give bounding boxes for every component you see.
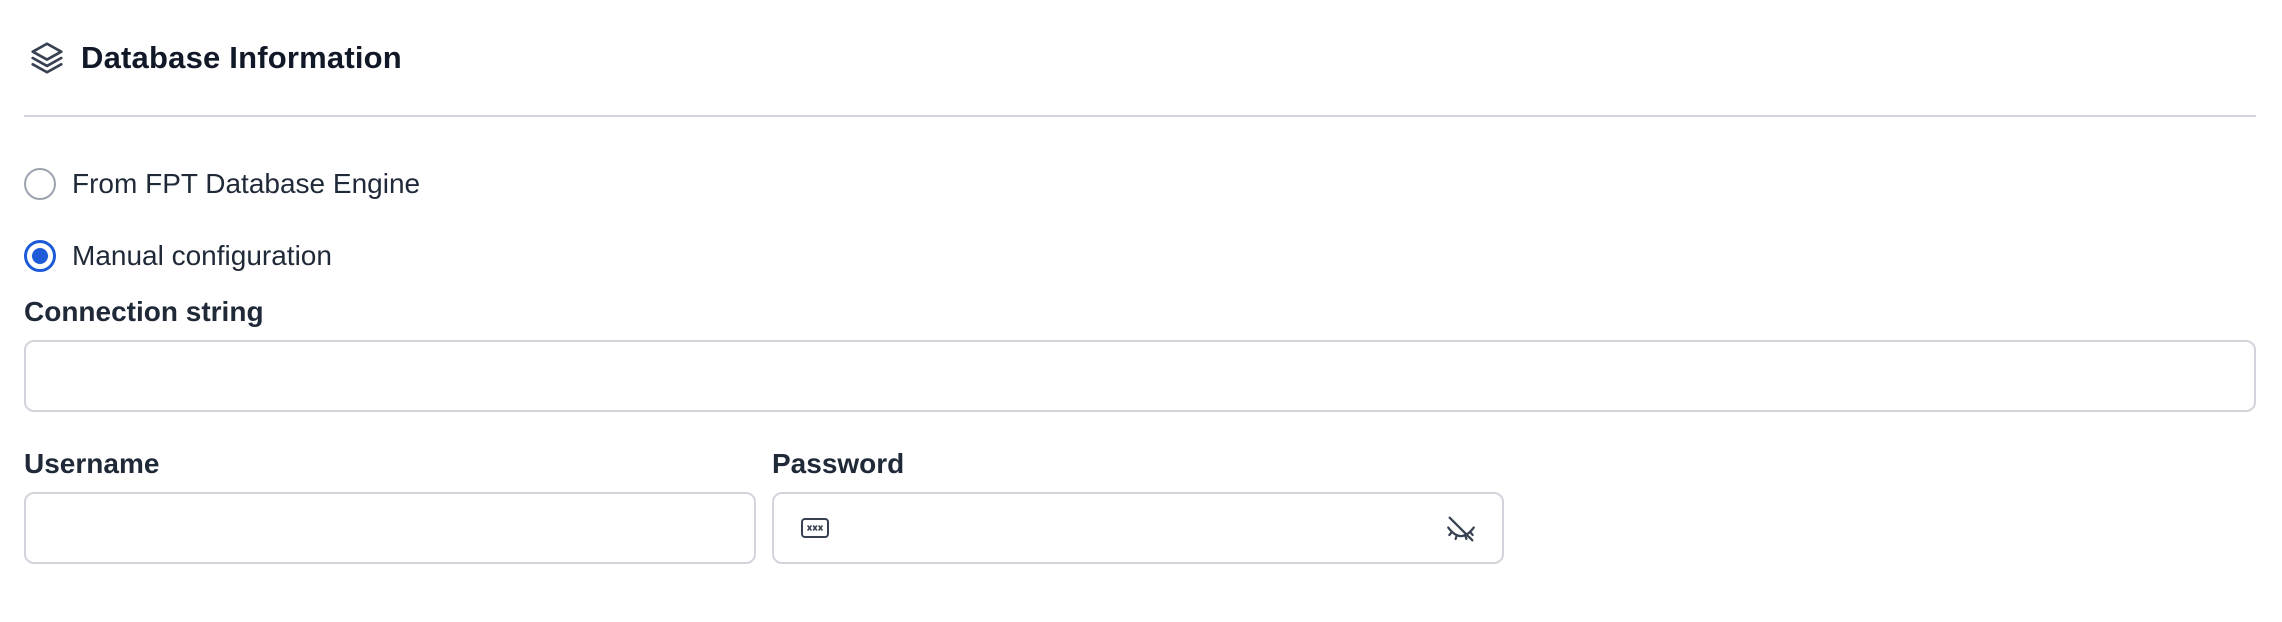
section-header: Database Information (24, 0, 2256, 117)
password-label: Password (772, 448, 905, 479)
section-title: Database Information (81, 39, 402, 75)
radio-dot (32, 248, 48, 264)
radio-label: Manual configuration (72, 240, 332, 271)
radio-button-unchecked[interactable] (24, 168, 56, 200)
radio-option-fpt-database-engine[interactable]: From FPT Database Engine (24, 168, 420, 200)
password-input[interactable] (772, 492, 1504, 564)
database-information-section: Database Information From FPT Database E… (24, 0, 2256, 564)
password-icon (800, 516, 830, 540)
eye-off-icon[interactable] (1444, 512, 1478, 546)
radio-label: From FPT Database Engine (72, 168, 421, 199)
radio-option-manual-configuration[interactable]: Manual configuration (24, 240, 332, 272)
username-input[interactable] (24, 492, 756, 564)
username-label: Username (24, 448, 160, 479)
layers-icon (27, 38, 67, 78)
connection-string-label: Connection string (24, 296, 264, 327)
connection-string-input[interactable] (24, 340, 2256, 412)
radio-button-checked[interactable] (24, 240, 56, 272)
